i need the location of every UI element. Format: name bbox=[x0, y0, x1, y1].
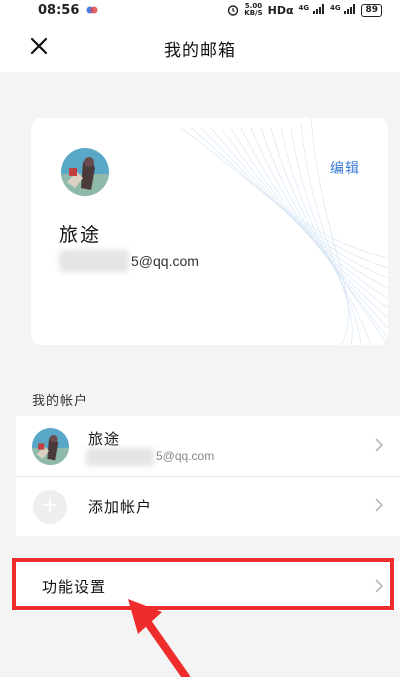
profile-card: 编辑 旅途 5@qq.com bbox=[31, 118, 388, 345]
status-indicators: 5.00 KB/S HDα 4G 4G 89 bbox=[227, 3, 382, 17]
redacted-email-block bbox=[86, 448, 154, 466]
add-account-label: 添加帐户 bbox=[88, 498, 153, 516]
avatar-image bbox=[32, 428, 69, 465]
battery-indicator: 89 bbox=[361, 3, 382, 17]
account-row[interactable]: 旅途 5@qq.com bbox=[16, 416, 400, 477]
speed-unit: KB/S bbox=[244, 9, 263, 17]
signal-label-1: 4G bbox=[298, 3, 310, 12]
chevron-right-icon bbox=[375, 498, 384, 512]
signal-indicator-1: 4G bbox=[298, 3, 325, 17]
alarm-icon bbox=[228, 5, 239, 16]
signal-bars-icon bbox=[344, 3, 356, 14]
add-account-row[interactable]: + 添加帐户 bbox=[16, 476, 400, 536]
profile-email: 5@qq.com bbox=[131, 253, 199, 269]
section-label-my-accounts: 我的帐户 bbox=[32, 394, 89, 409]
profile-name: 旅途 bbox=[59, 224, 102, 246]
edit-button[interactable]: 编辑 bbox=[330, 158, 360, 178]
feature-settings-row[interactable]: 功能设置 bbox=[16, 561, 400, 611]
chevron-right-icon bbox=[375, 438, 384, 452]
signal-bars-icon bbox=[313, 3, 324, 14]
hd-indicator: HDα bbox=[267, 3, 294, 17]
add-icon: + bbox=[33, 490, 67, 524]
feature-settings-label: 功能设置 bbox=[42, 578, 107, 596]
content: 编辑 旅途 5@qq.com 我的帐户 旅途 5@qq.com + 添加帐户 功… bbox=[0, 72, 400, 677]
profile-avatar bbox=[61, 148, 109, 196]
status-bar: 08:56 5.00 KB/S HDα 4G 4G 89 bbox=[0, 0, 400, 22]
nav-bar: 我的邮箱 bbox=[0, 22, 400, 72]
accounts-list: 旅途 5@qq.com + 添加帐户 bbox=[16, 416, 400, 536]
signal-indicator-2: 4G bbox=[330, 3, 356, 17]
chevron-right-icon bbox=[375, 579, 384, 593]
account-email: 5@qq.com bbox=[156, 449, 215, 463]
avatar-image bbox=[61, 148, 109, 196]
account-name: 旅途 bbox=[88, 430, 121, 448]
account-avatar bbox=[32, 428, 69, 465]
redacted-email-block bbox=[59, 250, 129, 272]
notification-icon bbox=[86, 6, 98, 14]
network-speed: 5.00 KB/S bbox=[244, 3, 262, 17]
signal-label-2: 4G bbox=[330, 3, 341, 12]
page-title: 我的邮箱 bbox=[164, 41, 236, 61]
status-time: 08:56 bbox=[38, 3, 80, 18]
